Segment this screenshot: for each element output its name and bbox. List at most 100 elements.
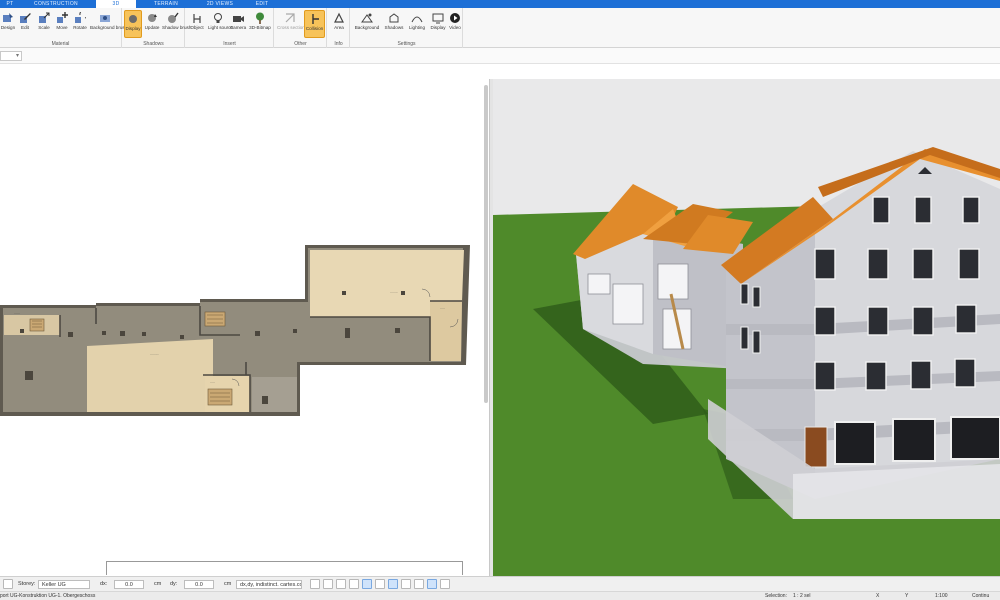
dy-input[interactable]: 0.0 xyxy=(184,580,214,589)
plan-room-corner xyxy=(252,377,297,412)
dy-unit: cm xyxy=(224,581,232,587)
tree-icon xyxy=(256,12,264,24)
house-shadow-icon xyxy=(389,13,399,23)
ribbon: Design Edit Scale Move Rotate Background… xyxy=(0,8,1000,48)
display-settings-button[interactable]: Display xyxy=(429,10,447,38)
snap-icon[interactable] xyxy=(349,579,359,589)
camera-button[interactable]: Camera xyxy=(229,10,247,38)
refresh-icon[interactable] xyxy=(3,579,13,589)
plan-room-wood-right xyxy=(430,301,462,361)
collision-icon xyxy=(311,14,319,24)
tab-3d[interactable]: 3D xyxy=(96,0,136,8)
shadow-display-button[interactable]: Display xyxy=(124,10,142,38)
video-button[interactable]: Video xyxy=(448,10,462,38)
floor-plan-drawing: ........ ......... ..... ..... ...... xyxy=(0,245,470,416)
ribbon-group-shadows: Display Update Shadow brush Shadows xyxy=(123,8,191,48)
selection-label: Selection: xyxy=(765,593,787,599)
rotate-icon xyxy=(75,12,86,23)
tab-import[interactable]: PT xyxy=(0,0,20,8)
storey-select[interactable]: Keller UG xyxy=(38,580,90,589)
status-mode: Continu xyxy=(972,593,990,599)
light-source-button[interactable]: Light source xyxy=(208,10,233,38)
dx-label: dx: xyxy=(100,581,108,587)
3d-model-view[interactable] xyxy=(493,79,1000,576)
svg-text:.....: ..... xyxy=(210,380,215,384)
update-icon xyxy=(148,14,157,22)
design-button[interactable]: Design xyxy=(0,10,16,38)
dimension-icon[interactable] xyxy=(336,579,346,589)
front-door xyxy=(804,426,828,468)
tab-terrain[interactable]: TERRAIN xyxy=(148,0,184,8)
shadow-icon xyxy=(129,15,137,23)
svg-text:.........: ......... xyxy=(150,352,159,356)
cross-section-3d-button[interactable]: Cross section 3D xyxy=(277,10,312,38)
3d-scene xyxy=(493,79,1000,576)
scale-icon xyxy=(39,12,50,23)
dx-input[interactable]: 0.0 xyxy=(114,580,144,589)
layer-icon[interactable] xyxy=(401,579,411,589)
shadow-brush-button[interactable]: Shadow brush xyxy=(162,10,191,38)
coordinate-mode-select[interactable]: dx,dy, indistinct. cartes.coord. xyxy=(236,580,302,589)
bulb-icon xyxy=(214,13,222,23)
ribbon-group-settings: Background Shadows Lighting Display Vide… xyxy=(351,8,463,48)
view-selector-dropdown[interactable]: ▾ xyxy=(0,51,22,61)
area-icon xyxy=(334,12,344,23)
selection-value: 1 : 2 sel xyxy=(793,593,811,599)
scale-button[interactable]: Scale xyxy=(35,10,53,38)
ortho-icon[interactable] xyxy=(388,579,398,589)
dy-label: dy: xyxy=(170,581,178,587)
plan-room-wood-main xyxy=(87,339,213,412)
background-settings-button[interactable]: Background xyxy=(352,10,382,38)
storey-label: Storey: xyxy=(18,581,36,587)
background-icon xyxy=(361,13,373,23)
ribbon-group-info: Area Info xyxy=(328,8,350,48)
app-window: PT CONSTRUCTION 3D TERRAIN 2D VIEWS EDIT… xyxy=(0,0,1000,600)
svg-text:.....: ..... xyxy=(440,306,445,310)
shadows-settings-button[interactable]: Shadows xyxy=(383,10,405,38)
monitor-icon xyxy=(432,13,444,24)
svg-text:........: ........ xyxy=(390,290,398,294)
status-bar: port UG-Konstruktion UG-1. Obergeschoss … xyxy=(0,591,1000,600)
y-coordinate-label: Y xyxy=(905,593,909,599)
shadow-brush-icon xyxy=(168,12,179,23)
floor-plan-view[interactable]: ........ ......... ..... ..... ...... xyxy=(0,79,486,576)
camera-icon xyxy=(233,16,244,22)
edit-material-button[interactable]: Edit xyxy=(17,10,33,38)
plan-vertical-scrollbar[interactable] xyxy=(484,85,488,403)
tab-construction[interactable]: CONSTRUCTION xyxy=(30,0,82,8)
lighting-settings-button[interactable]: Lighting xyxy=(406,10,428,38)
object-button[interactable]: Object xyxy=(187,10,207,38)
grid-icon[interactable] xyxy=(414,579,424,589)
tab-edit[interactable]: EDIT xyxy=(250,0,274,8)
collision-button[interactable]: Collision xyxy=(304,10,325,38)
x-coordinate-label: X xyxy=(876,593,880,599)
scale-display: 1:100 xyxy=(935,593,948,599)
lighting-icon xyxy=(411,16,423,23)
move-button[interactable]: Move xyxy=(54,10,70,38)
play-icon xyxy=(450,13,460,23)
area-button[interactable]: Area xyxy=(330,10,348,38)
brush-icon xyxy=(100,15,110,22)
ribbon-group-insert: Object Light source Camera 3D-Bitmap Ins… xyxy=(186,8,274,48)
background-brush-button[interactable]: Background brush xyxy=(90,10,127,38)
status-breadcrumb: port UG-Konstruktion UG-1. Obergeschoss xyxy=(0,593,96,599)
chair-icon xyxy=(193,14,201,23)
shadow-update-button[interactable]: Update xyxy=(143,10,161,38)
shop-windows xyxy=(834,416,1000,465)
edit-material-icon xyxy=(20,13,31,23)
rotate-button[interactable]: Rotate xyxy=(71,10,89,38)
line-snap-icon[interactable] xyxy=(362,579,372,589)
object-snap-icon[interactable] xyxy=(427,579,437,589)
design-icon xyxy=(3,13,13,22)
measure-icon[interactable] xyxy=(323,579,333,589)
ribbon-tab-bar: PT CONSTRUCTION 3D TERRAIN 2D VIEWS EDIT xyxy=(0,0,1000,8)
angle-icon[interactable] xyxy=(375,579,385,589)
clock-icon[interactable] xyxy=(310,579,320,589)
cross-section-icon xyxy=(285,13,295,23)
svg-text:......: ...... xyxy=(14,311,20,315)
tab-2d-views[interactable]: 2D VIEWS xyxy=(198,0,242,8)
plan-bottom-panel xyxy=(106,561,463,575)
coordinate-input-bar: Storey: Keller UG dx: 0.0 cm dy: 0.0 cm … xyxy=(0,576,1000,591)
more-icon[interactable] xyxy=(440,579,450,589)
3d-bitmap-button[interactable]: 3D-Bitmap xyxy=(248,10,272,38)
